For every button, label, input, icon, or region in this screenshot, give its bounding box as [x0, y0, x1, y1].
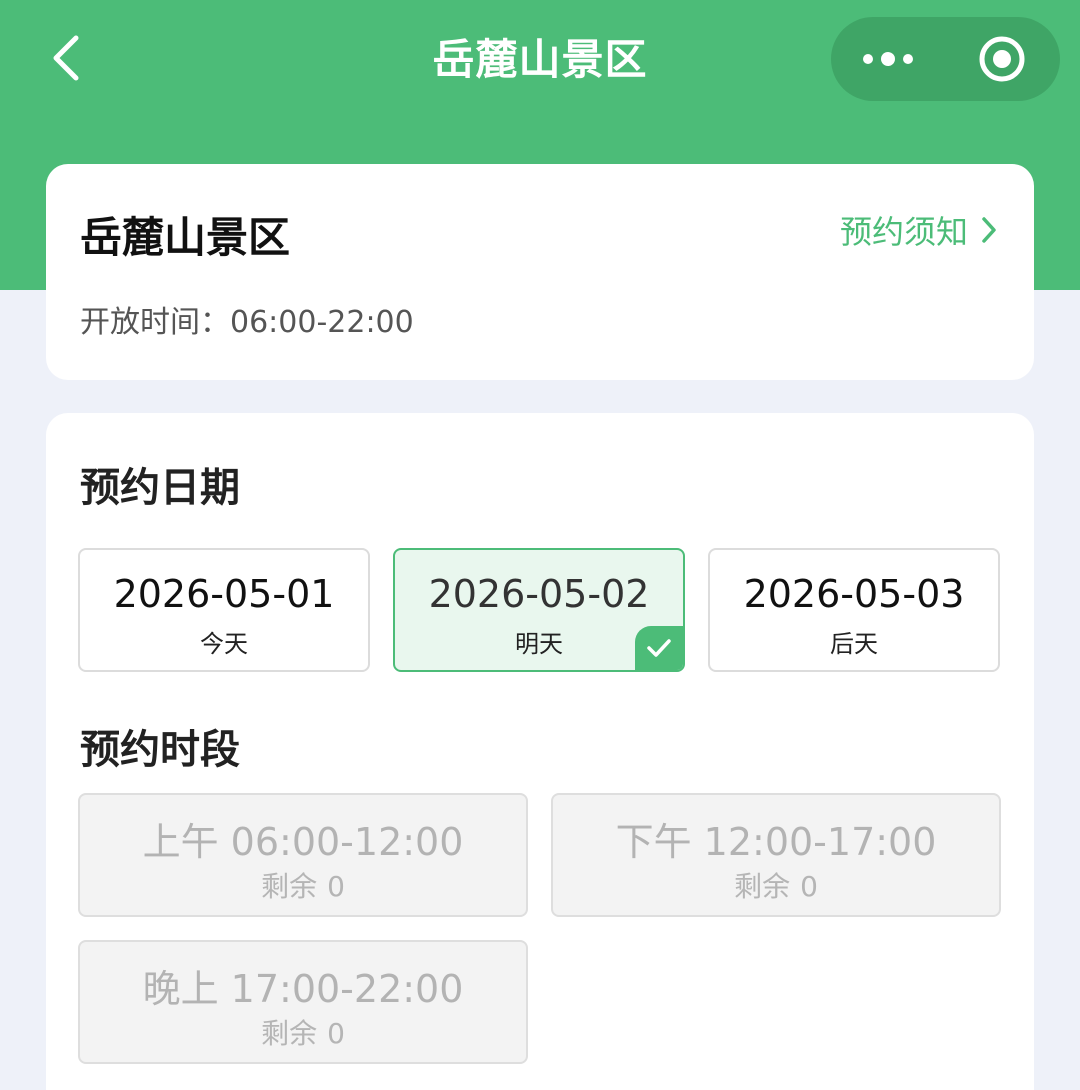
date-value: 2026-05-03 — [743, 572, 965, 616]
open-time-label: 开放时间： — [80, 305, 230, 340]
page: 岳麓山景区 岳麓山景区 预约须知 开放时间：06:00-22:00 预约日期 2… — [0, 0, 1080, 1090]
date-value: 2026-05-01 — [113, 572, 335, 616]
slot-option-morning[interactable]: 上午 06:00-12:00 剩余 0 — [78, 793, 528, 917]
slot-remaining: 剩余 0 — [80, 1012, 526, 1052]
slot-option-evening[interactable]: 晚上 17:00-22:00 剩余 0 — [78, 940, 528, 1064]
booking-card: 预约日期 2026-05-01 今天 2026-05-02 明天 2026-05… — [46, 413, 1034, 1090]
slot-label: 下午 12:00-17:00 — [615, 820, 937, 864]
selected-badge — [635, 626, 683, 670]
remaining-label: 剩余 — [261, 1017, 318, 1050]
slot-label: 晚上 17:00-22:00 — [142, 967, 464, 1011]
checkmark-icon — [647, 639, 671, 657]
target-circle-icon — [979, 36, 1025, 82]
date-label: 今天 — [200, 630, 248, 658]
open-time-value: 06:00-22:00 — [230, 305, 414, 340]
remaining-count: 0 — [800, 870, 818, 903]
chevron-left-icon — [53, 35, 79, 81]
date-option-tomorrow[interactable]: 2026-05-02 明天 — [393, 548, 685, 672]
date-option-day-after[interactable]: 2026-05-03 后天 — [708, 548, 1000, 672]
slot-remaining: 剩余 0 — [80, 865, 526, 905]
remaining-label: 剩余 — [261, 870, 318, 903]
date-option-today[interactable]: 2026-05-01 今天 — [78, 548, 370, 672]
remaining-count: 0 — [327, 1017, 345, 1050]
slot-option-afternoon[interactable]: 下午 12:00-17:00 剩余 0 — [551, 793, 1001, 917]
slot-label: 上午 06:00-12:00 — [142, 820, 464, 864]
date-label: 后天 — [830, 630, 878, 658]
back-button[interactable] — [38, 30, 94, 86]
date-section-title: 预约日期 — [80, 465, 240, 511]
more-dots-icon — [863, 52, 913, 66]
remaining-label: 剩余 — [734, 870, 791, 903]
remaining-count: 0 — [327, 870, 345, 903]
slot-remaining: 剩余 0 — [553, 865, 999, 905]
open-time: 开放时间：06:00-22:00 — [80, 297, 414, 341]
spot-name: 岳麓山景区 — [80, 213, 291, 262]
date-value: 2026-05-02 — [428, 572, 650, 616]
slot-section-title: 预约时段 — [80, 727, 240, 773]
close-mini-program-button[interactable] — [945, 17, 1059, 101]
spot-info-card: 岳麓山景区 预约须知 开放时间：06:00-22:00 — [46, 164, 1034, 380]
booking-notice-label: 预约须知 — [839, 213, 968, 251]
chevron-right-icon — [982, 217, 996, 243]
more-button[interactable] — [831, 17, 945, 101]
booking-notice-link[interactable]: 预约须知 — [840, 208, 998, 252]
mini-program-capsule — [831, 17, 1060, 101]
nav-title: 岳麓山景区 — [432, 35, 648, 84]
